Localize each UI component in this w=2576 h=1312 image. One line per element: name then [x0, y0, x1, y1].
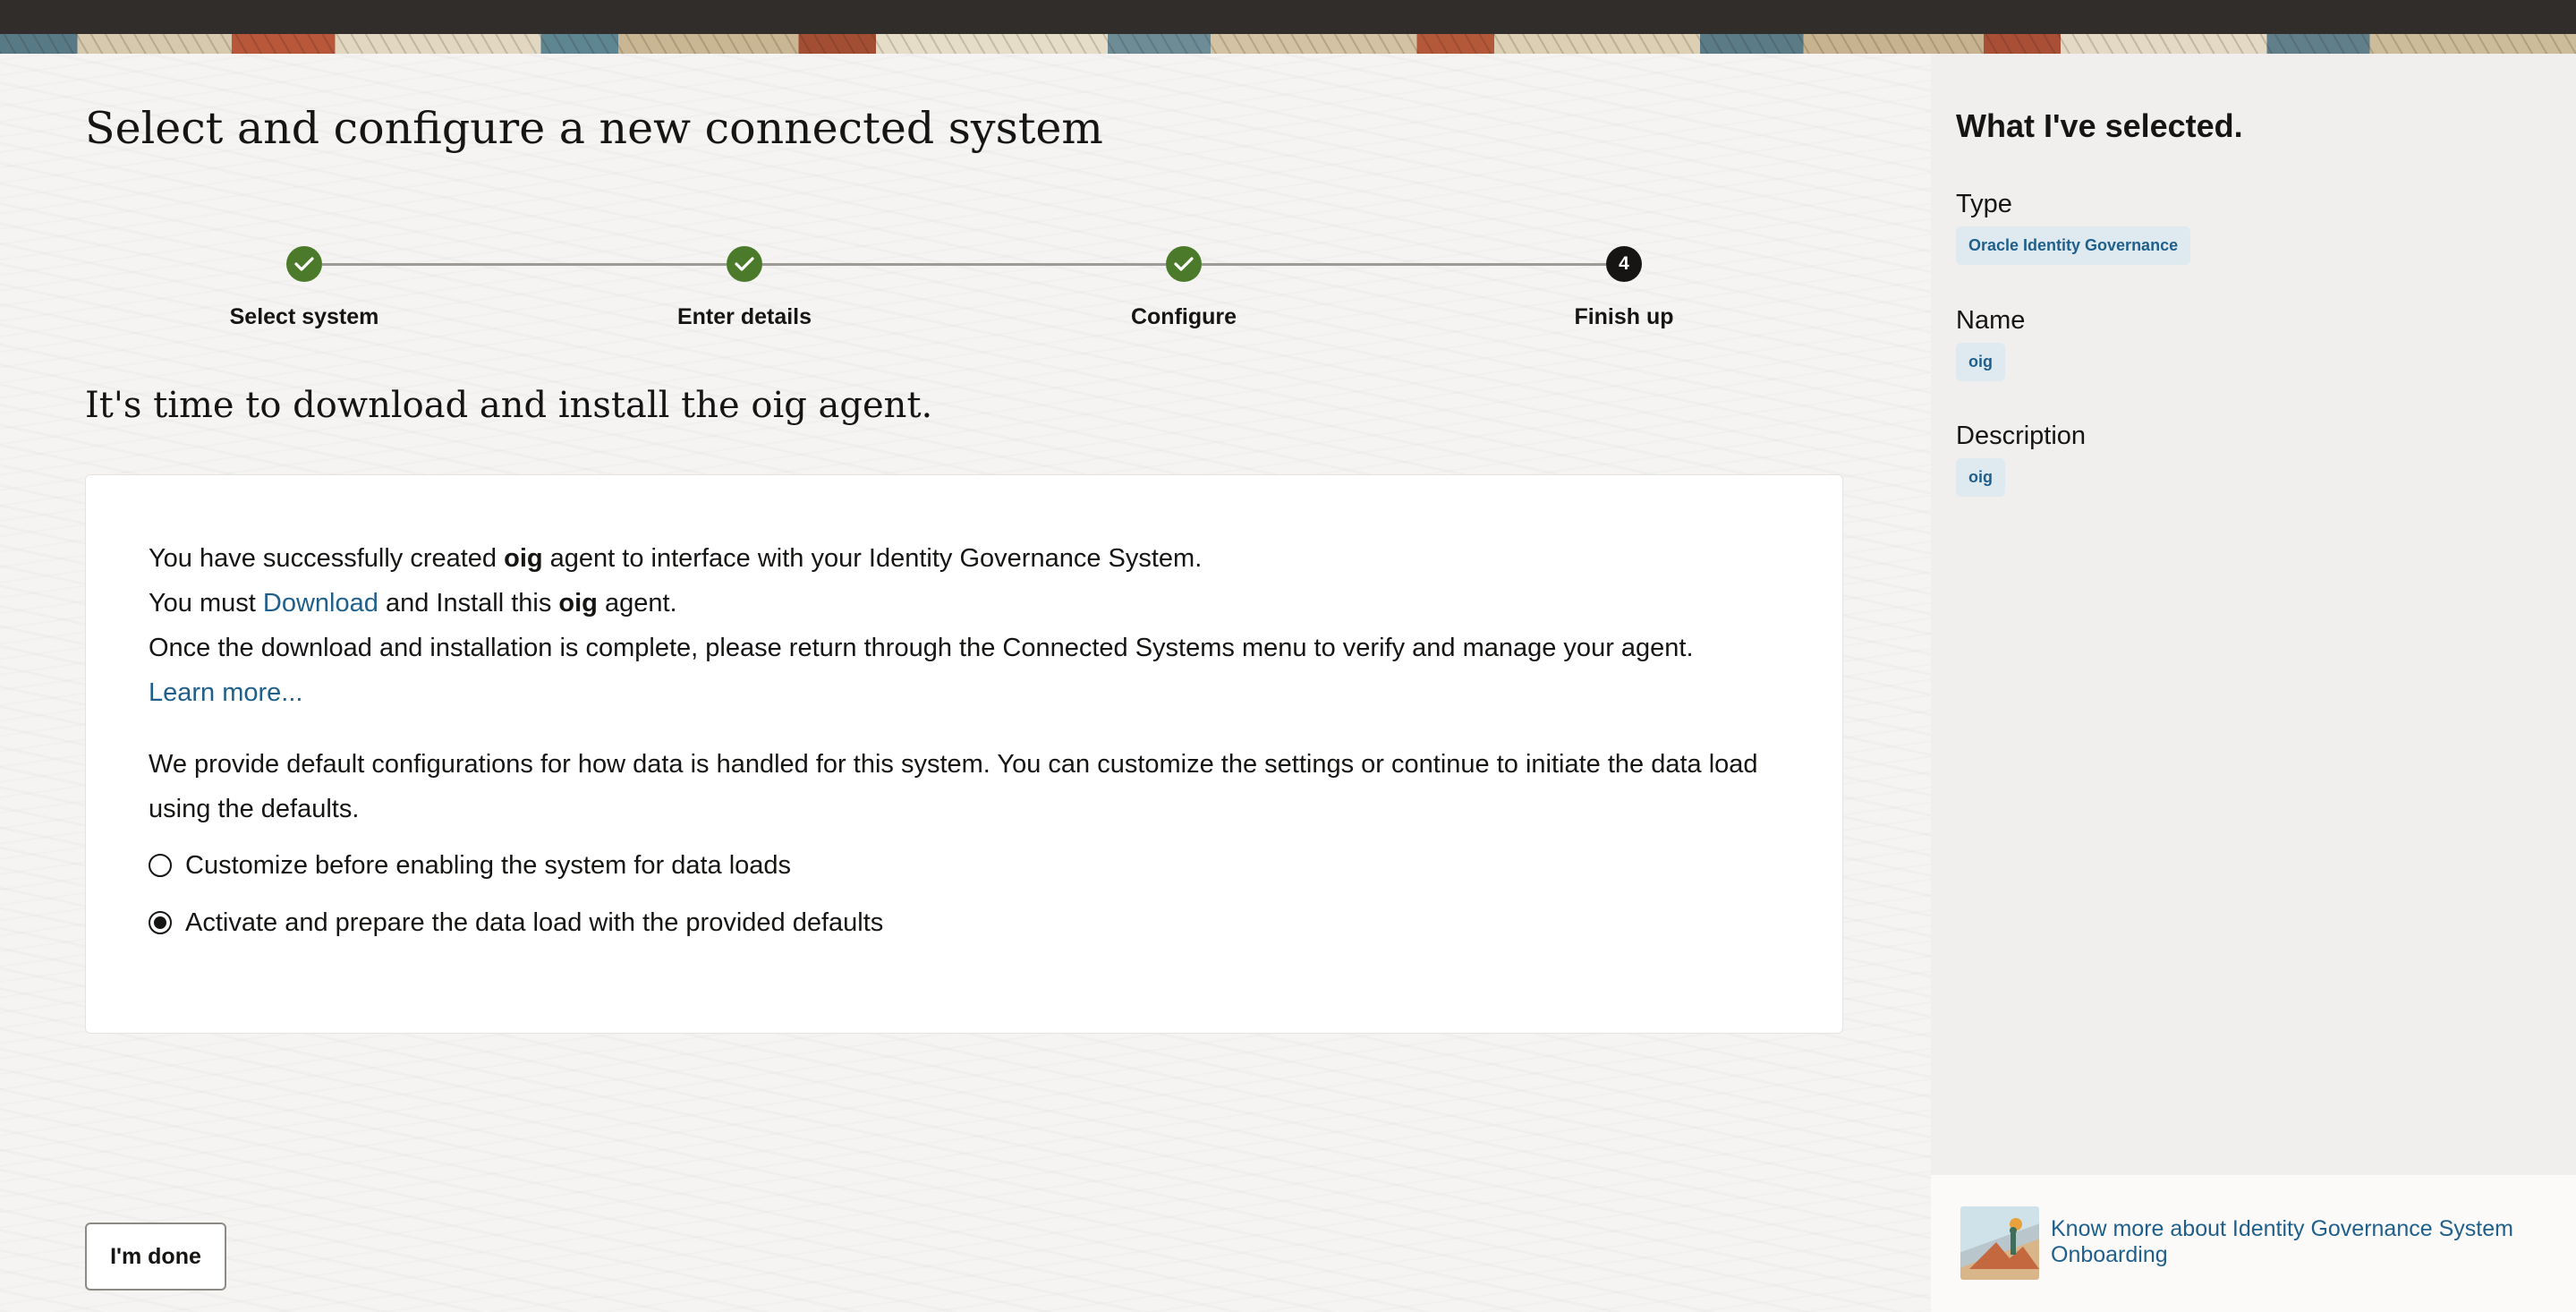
type-badge: Oracle Identity Governance	[1956, 226, 2191, 265]
agent-suffix: agent.	[597, 589, 677, 618]
check-icon	[294, 257, 314, 271]
name-badge: oig	[1956, 343, 2005, 381]
step-label-select-system: Select system	[229, 304, 379, 329]
download-link[interactable]: Download	[263, 589, 378, 618]
decorative-banner	[0, 34, 2576, 54]
agent-info-card: You have successfully created oig agent …	[85, 474, 1843, 1034]
step-4-current: 4	[1606, 246, 1642, 282]
download-text: You must	[149, 589, 263, 618]
learn-more-link[interactable]: Learn more...	[149, 678, 302, 707]
section-title: It's time to download and install the oi…	[85, 385, 933, 426]
check-icon	[1174, 257, 1194, 271]
step-connector	[762, 263, 1166, 266]
step-2-complete-icon	[727, 246, 762, 282]
selection-summary-panel: What I've selected. Type Oracle Identity…	[1931, 54, 2576, 1175]
return-instruction: Once the download and installation is co…	[149, 634, 1694, 662]
install-text: and Install this	[378, 589, 559, 618]
check-icon	[735, 257, 754, 271]
name-label: Name	[1956, 306, 2026, 335]
step-label-configure: Configure	[1130, 304, 1237, 329]
option-customize[interactable]: Customize before enabling the system for…	[149, 842, 1795, 889]
done-button[interactable]: I'm done	[85, 1223, 226, 1291]
agent-name: oig	[558, 589, 598, 618]
step-1-complete-icon	[286, 246, 322, 282]
description-label: Description	[1956, 422, 2087, 450]
radio-selected-icon[interactable]	[149, 911, 172, 934]
progress-stepper: Select system Enter details Configure 4 …	[0, 242, 1924, 340]
step-3-complete-icon	[1166, 246, 1202, 282]
defaults-description: We provide default configurations for ho…	[149, 750, 1758, 823]
top-bar	[0, 0, 2576, 34]
description-badge: oig	[1956, 458, 2005, 497]
summary-title: What I've selected.	[1956, 107, 2243, 144]
option-customize-label: Customize before enabling the system for…	[185, 850, 792, 880]
onboarding-help-link[interactable]: Know more about Identity Governance Syst…	[2051, 1216, 2552, 1268]
page-title: Select and configure a new connected sys…	[85, 103, 1103, 154]
option-activate-defaults[interactable]: Activate and prepare the data load with …	[149, 899, 1795, 946]
success-text-suffix: agent to interface with your Identity Go…	[542, 544, 1203, 573]
step-label-finish-up: Finish up	[1574, 304, 1674, 329]
radio-unselected-icon[interactable]	[149, 854, 172, 877]
help-footer: Know more about Identity Governance Syst…	[1931, 1175, 2576, 1312]
step-connector	[322, 263, 727, 266]
option-activate-label: Activate and prepare the data load with …	[185, 907, 884, 937]
step-label-enter-details: Enter details	[676, 304, 812, 329]
success-message: You have successfully created oig agent …	[149, 536, 1795, 581]
onboarding-illustration	[1960, 1206, 2039, 1280]
step-connector	[1202, 263, 1606, 266]
agent-name: oig	[504, 544, 543, 573]
success-text: You have successfully created	[149, 544, 505, 573]
type-label: Type	[1956, 190, 2012, 218]
download-instruction: You must Download and Install this oig a…	[149, 581, 1795, 626]
